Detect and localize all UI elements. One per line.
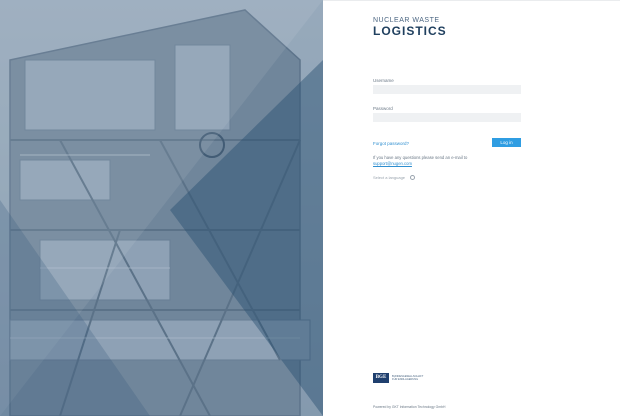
password-label: Password	[373, 106, 393, 111]
forgot-password-link[interactable]: Forgot password?	[373, 141, 409, 146]
login-button[interactable]: Log in	[492, 138, 521, 147]
username-label: Username	[373, 78, 394, 83]
bge-logo-mark: BGE	[373, 373, 389, 383]
language-label[interactable]: Select a language	[373, 175, 405, 180]
language-selector[interactable]: Select a language	[373, 175, 416, 181]
brand-main-line: LOGISTICS	[373, 24, 447, 38]
help-message: If you have any questions please send an…	[373, 155, 468, 160]
headframe-illustration	[0, 0, 323, 416]
support-email-link[interactable]: support@nugen.com	[373, 161, 412, 166]
username-input[interactable]	[373, 85, 521, 94]
password-input[interactable]	[373, 113, 521, 122]
hero-image	[0, 0, 323, 416]
brand-logo: NUCLEAR WASTE LOGISTICS	[373, 17, 447, 37]
globe-icon[interactable]	[410, 175, 416, 181]
bge-logo-subtitle: BUNDESGESELLSCHAFT FÜR ENDLAGERUNG	[392, 374, 424, 381]
powered-by-text: Powered by GKT Information Technology Gm…	[373, 405, 446, 409]
bge-logo: BGE BUNDESGESELLSCHAFT FÜR ENDLAGERUNG	[373, 373, 426, 383]
help-text: If you have any questions please send an…	[373, 155, 473, 167]
login-page: NUCLEAR WASTE LOGISTICS Username Passwor…	[0, 0, 620, 416]
login-panel: NUCLEAR WASTE LOGISTICS Username Passwor…	[323, 0, 620, 416]
